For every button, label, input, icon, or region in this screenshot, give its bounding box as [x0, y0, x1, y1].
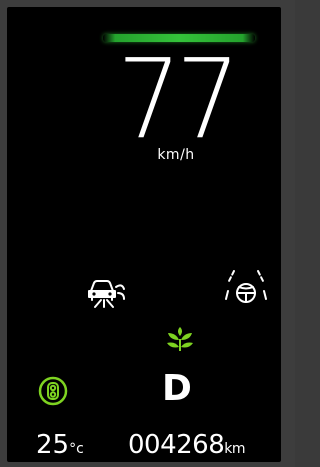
temperature-unit: °c	[69, 441, 84, 457]
car-distance-warning-icon	[88, 280, 125, 308]
odometer: 004268km	[128, 430, 246, 462]
speed-unit-label: km/h	[157, 147, 195, 163]
gear-position: D	[162, 368, 192, 409]
lane-keeping-assist-icon	[225, 270, 267, 303]
speed-readout: 77	[117, 35, 240, 163]
instrument-display: 77 km/h D 25°c 004268km	[7, 7, 281, 462]
outside-temperature: 25°c	[36, 430, 84, 462]
cruise-ready-icon	[38, 376, 68, 406]
odometer-value: 004268	[128, 430, 225, 460]
cluster-bezel: 77 km/h D 25°c 004268km	[0, 0, 295, 467]
eco-leaf-icon	[167, 327, 193, 351]
odometer-unit: km	[224, 441, 246, 457]
temperature-value: 25	[36, 430, 70, 460]
